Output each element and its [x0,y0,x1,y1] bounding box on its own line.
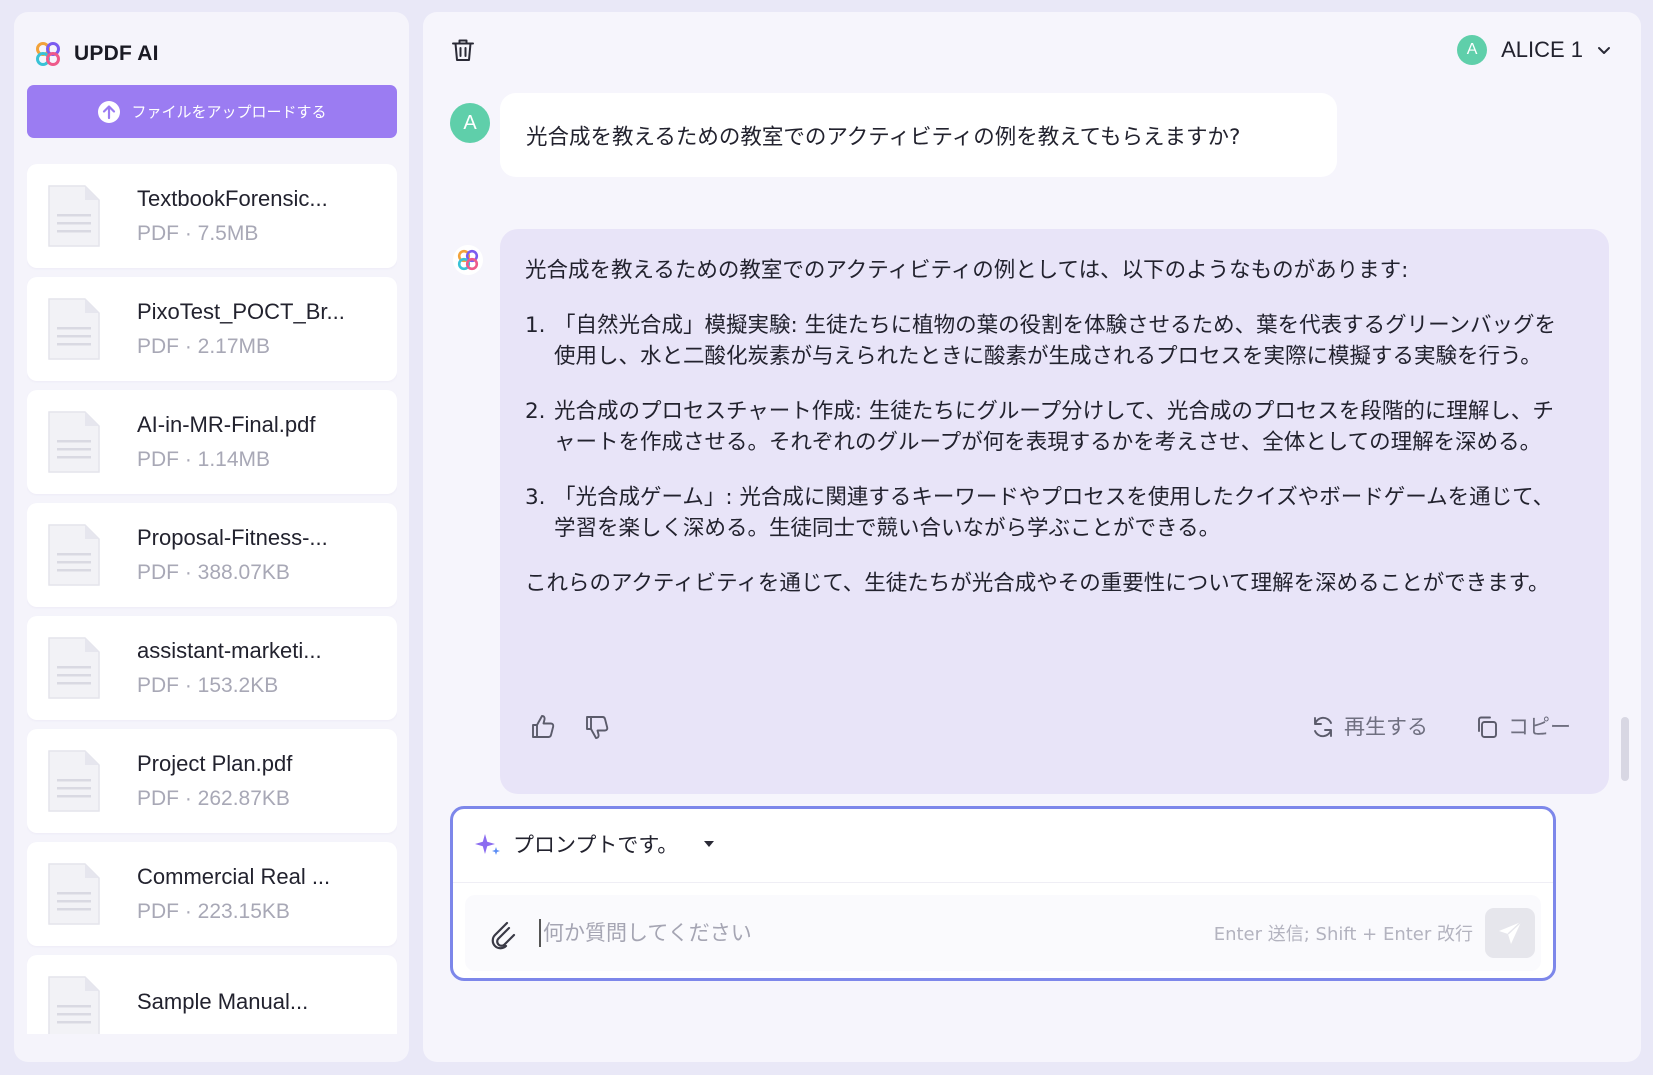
trash-icon[interactable] [450,37,476,63]
chat-panel: A ALICE 1 A 光合成を教えるための教室でのアクティビティの例を教えても… [423,12,1641,1062]
list-item-number: 1. [525,313,546,338]
document-icon [48,298,100,360]
thumbs-down-icon[interactable] [582,712,612,742]
sidebar: UPDF AI ファイルをアップロードする TextbookForensic..… [14,12,409,1062]
file-item[interactable]: PixoTest_POCT_Br... PDF · 2.17MB [27,277,397,381]
prompt-selector[interactable]: プロンプトです。 [475,829,715,859]
file-info: PDF · 1.14MB [137,448,271,471]
send-icon [1499,921,1522,944]
ai-response: 光合成を教えるための教室でのアクティビティの例としては、以下のようなものがありま… [500,229,1609,794]
document-icon [48,976,100,1034]
list-item-text: 「光合成ゲーム」: 光合成に関連するキーワードやプロセスを使用したクイズやボード… [554,485,1555,541]
list-item: 3. 「光合成ゲーム」: 光合成に関連するキーワードやプロセスを使用したクイズや… [525,482,1573,544]
chat-input[interactable] [539,919,1214,947]
upload-arrow-icon [98,100,121,123]
user-menu[interactable]: A ALICE 1 [1457,35,1611,65]
list-item-text: 「自然光合成」模擬実験: 生徒たちに植物の葉の役割を体験させるため、葉を代表する… [554,313,1557,369]
caret-down-icon [704,841,715,847]
updf-logo-icon [36,42,60,66]
brand-name: UPDF AI [74,42,159,65]
file-name: TextbookForensic... [137,186,328,211]
list-item-text: 光合成のプロセスチャート作成: 生徒たちにグループ分けして、光合成のプロセスを段… [554,399,1554,455]
file-name: Project Plan.pdf [137,751,293,776]
composer-divider [453,882,1553,883]
regenerate-label: 再生する [1344,714,1428,739]
brand: UPDF AI [34,40,159,68]
file-info: PDF · 2.17MB [137,335,271,358]
file-item[interactable]: assistant-marketi... PDF · 153.2KB [27,616,397,720]
document-icon [48,185,100,247]
refresh-icon [1314,716,1332,738]
copy-label: コピー [1508,714,1571,739]
send-button[interactable] [1485,908,1535,958]
ai-response-list: 1. 「自然光合成」模擬実験: 生徒たちに植物の葉の役割を体験させるため、葉を代… [525,310,1573,544]
file-item[interactable]: TextbookForensic... PDF · 7.5MB [27,164,397,268]
document-icon [48,411,100,473]
document-icon [48,863,100,925]
list-item: 2. 光合成のプロセスチャート作成: 生徒たちにグループ分けして、光合成のプロセ… [525,396,1573,458]
user-message: 光合成を教えるための教室でのアクティビティの例を教えてもらえますか? [500,93,1337,177]
user-avatar: A [450,103,490,143]
file-item[interactable]: AI-in-MR-Final.pdf PDF · 1.14MB [27,390,397,494]
file-info: PDF · 7.5MB [137,222,259,245]
list-item: 1. 「自然光合成」模擬実験: 生徒たちに植物の葉の役割を体験させるため、葉を代… [525,310,1573,372]
regenerate-button[interactable]: 再生する [1310,712,1428,743]
file-item[interactable]: Project Plan.pdf PDF · 262.87KB [27,729,397,833]
file-name: Sample Manual... [137,989,309,1014]
document-icon [48,637,100,699]
copy-icon [1478,716,1497,738]
prompt-label: プロンプトです。 [513,833,679,857]
ai-response-outro: これらのアクティビティを通じて、生徒たちが光合成やその重要性について理解を深める… [525,571,1550,596]
file-list: TextbookForensic... PDF · 7.5MB PixoTest_… [27,164,397,1034]
input-row: Enter 送信; Shift + Enter 改行 [465,895,1541,971]
response-actions: 再生する コピー [528,707,1571,747]
thumbs-up-icon[interactable] [528,712,558,742]
file-info: PDF · 153.2KB [137,674,279,697]
file-name: PixoTest_POCT_Br... [137,299,345,324]
chat-composer: プロンプトです。 Enter 送信; Shift + Enter 改行 [450,806,1556,981]
scrollbar[interactable] [1621,717,1629,781]
keyboard-hint: Enter 送信; Shift + Enter 改行 [1213,924,1473,945]
file-name: AI-in-MR-Final.pdf [137,412,316,437]
copy-button[interactable]: コピー [1474,712,1571,743]
chevron-down-icon [1598,47,1610,54]
list-item-number: 2. [525,399,546,424]
upload-file-button[interactable]: ファイルをアップロードする [27,85,397,138]
file-item[interactable]: Commercial Real ... PDF · 223.15KB [27,842,397,946]
file-info: PDF · 223.15KB [137,900,290,923]
ai-response-intro: 光合成を教えるための教室でのアクティビティの例としては、以下のようなものがありま… [525,258,1409,283]
user-message-text: 光合成を教えるための教室でのアクティビティの例を教えてもらえますか? [526,124,1241,150]
file-name: assistant-marketi... [137,638,322,663]
file-info: PDF · 388.07KB [137,561,290,584]
document-icon [48,750,100,812]
file-info: PDF · 262.87KB [137,787,290,810]
file-name: Proposal-Fitness-... [137,525,328,550]
file-item[interactable]: Proposal-Fitness-... PDF · 388.07KB [27,503,397,607]
list-item-number: 3. [525,485,546,510]
user-name: ALICE 1 [1501,37,1583,62]
avatar: A [1457,35,1488,65]
document-icon [48,524,100,586]
sparkle-icon [475,834,500,855]
file-name: Commercial Real ... [137,864,331,889]
upload-file-label: ファイルをアップロードする [131,103,327,121]
paperclip-icon[interactable] [487,916,517,950]
ai-logo-icon [453,245,483,275]
file-item[interactable]: Sample Manual... [27,955,397,1034]
